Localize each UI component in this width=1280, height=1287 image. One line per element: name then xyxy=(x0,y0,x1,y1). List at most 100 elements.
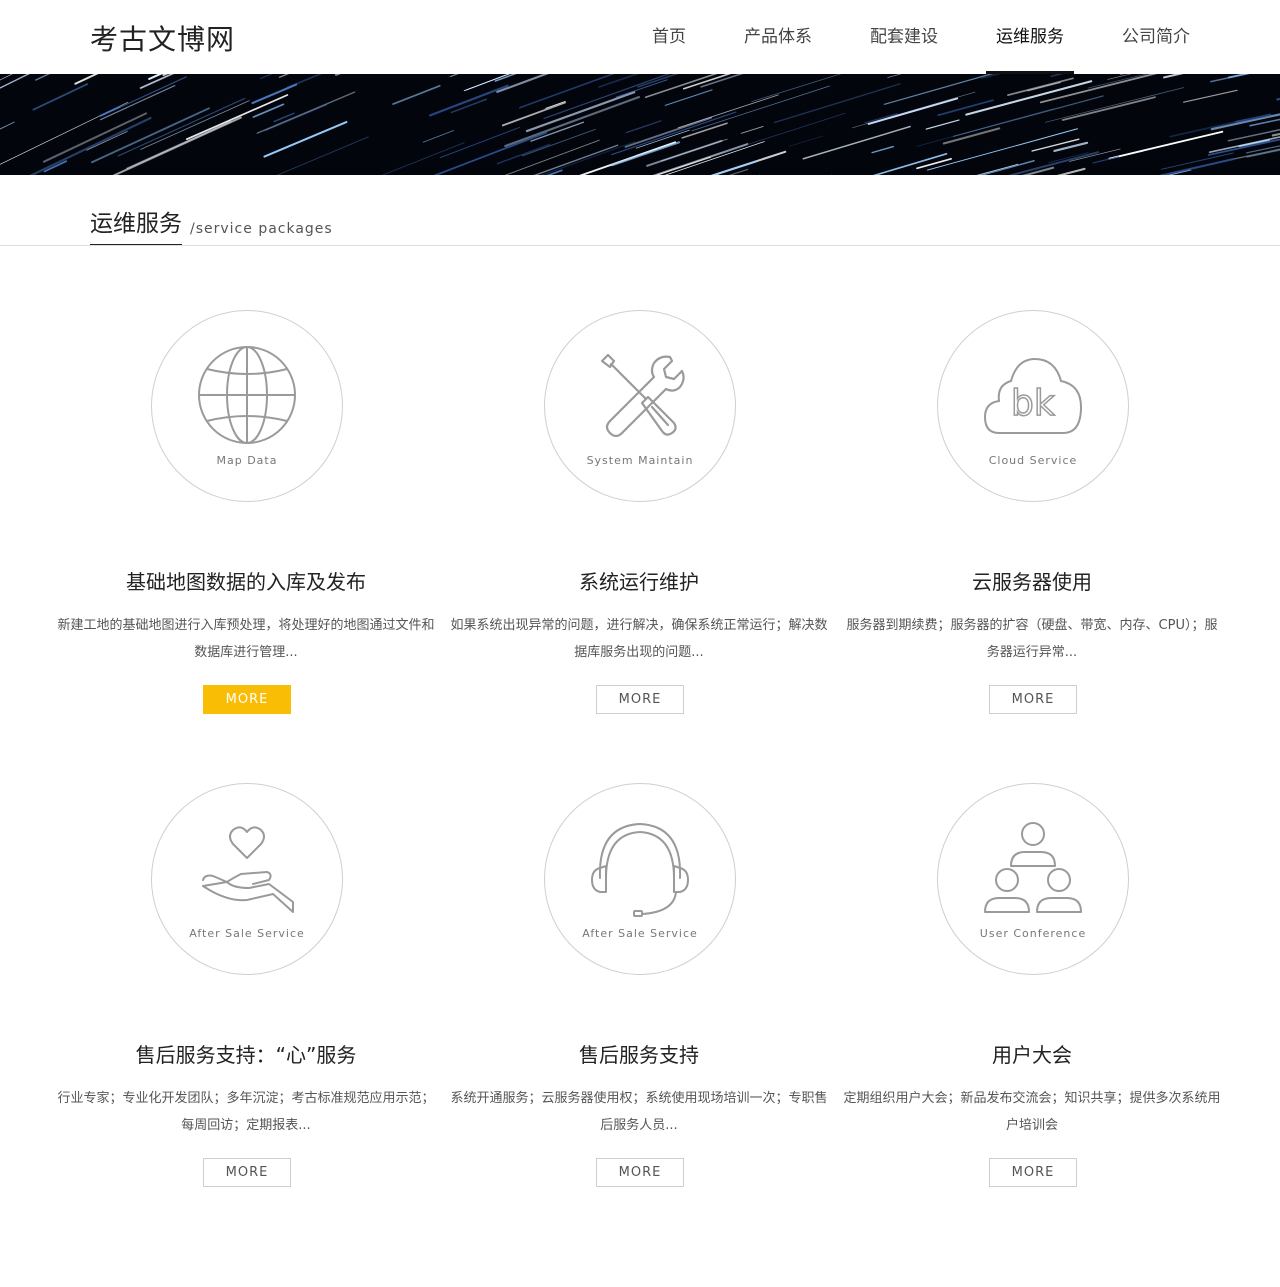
star-trail-streak xyxy=(1007,77,1074,96)
star-trail-streak xyxy=(887,74,902,78)
more-button[interactable]: MORE xyxy=(989,685,1077,714)
star-trail-streak xyxy=(981,74,1002,80)
star-trail-streak xyxy=(521,128,596,157)
hero-banner xyxy=(0,74,1280,175)
main-nav: 首页 产品体系 配套建设 运维服务 公司简介 xyxy=(594,0,1190,74)
users-icon xyxy=(984,822,1082,913)
card-description: 系统开通服务；云服务器使用权；系统使用现场培训一次；专职售后服务人员... xyxy=(450,1091,828,1133)
star-trail-streak xyxy=(615,79,668,98)
star-trail-streak xyxy=(252,103,285,118)
star-trail-streak xyxy=(286,74,323,89)
star-trail-streak xyxy=(883,74,994,105)
star-trail-streak xyxy=(871,145,894,154)
star-trail-streak xyxy=(32,83,89,111)
star-trail-streak xyxy=(1044,87,1184,123)
star-trail-streak xyxy=(1108,130,1224,160)
star-trail-streak xyxy=(429,84,509,117)
star-trail-streak xyxy=(942,127,1001,145)
star-trail-streak xyxy=(691,85,830,132)
star-trail-streak xyxy=(530,121,585,142)
more-button[interactable]: MORE xyxy=(203,1158,291,1187)
star-trail-streak xyxy=(99,85,176,121)
nav-item-products[interactable]: 产品体系 xyxy=(744,0,812,74)
star-trail-streak xyxy=(625,120,662,134)
star-trail-streak xyxy=(1183,89,1238,103)
star-trail-streak xyxy=(0,74,14,81)
tools-icon xyxy=(600,353,685,438)
nav-item-home[interactable]: 首页 xyxy=(652,0,686,74)
more-button[interactable]: MORE xyxy=(989,1158,1077,1187)
star-trail-streak xyxy=(682,74,732,90)
globe-icon xyxy=(198,346,296,444)
star-trail-streak xyxy=(1031,138,1080,152)
star-trail-streak xyxy=(465,74,511,91)
circle-label: After Sale Service xyxy=(582,927,698,940)
star-trail-streak xyxy=(463,74,510,92)
star-trail-streak xyxy=(925,119,960,130)
more-button[interactable]: MORE xyxy=(596,1158,684,1187)
star-trail-streak xyxy=(86,131,128,151)
nav-item-about[interactable]: 公司简介 xyxy=(1122,0,1190,74)
nav-item-facilities[interactable]: 配套建设 xyxy=(870,0,938,74)
circle-label: User Conference xyxy=(979,927,1087,940)
card-title: 售后服务支持：“心”服务 xyxy=(135,1043,357,1067)
star-trail-streak xyxy=(1061,96,1156,121)
service-circle[interactable]: System Maintain xyxy=(544,310,736,502)
star-trail-streak xyxy=(42,112,148,163)
star-trail-streak xyxy=(117,97,246,157)
star-trail-streak xyxy=(504,95,641,148)
star-trail-streak xyxy=(751,74,842,103)
star-trail-streak xyxy=(872,153,948,175)
circle-label: Cloud Service xyxy=(988,454,1078,467)
site-logo[interactable]: 考古文博网 xyxy=(90,18,235,58)
card-title: 基础地图数据的入库及发布 xyxy=(126,570,366,594)
card-title: 系统运行维护 xyxy=(579,570,699,594)
section-subtitle: /service packages xyxy=(190,221,333,237)
service-circle[interactable]: bk Cloud Service xyxy=(937,310,1129,502)
star-trail-streak xyxy=(140,100,250,150)
star-trail-streak xyxy=(1210,74,1250,83)
star-trail-streak xyxy=(664,89,713,106)
star-trail-streak xyxy=(392,84,441,105)
card-description: 新建工地的基础地图进行入库预处理，将处理好的地图通过文件和数据库进行管理... xyxy=(57,618,435,660)
more-button[interactable]: MORE xyxy=(203,685,291,714)
star-trail-streak xyxy=(449,74,459,78)
star-trail-streak xyxy=(276,136,369,175)
star-trail-streak xyxy=(0,121,15,130)
star-trail-streak xyxy=(1163,74,1184,79)
section-divider xyxy=(0,245,1280,246)
star-trail-streak xyxy=(504,139,600,175)
section-title: 运维服务 xyxy=(90,213,182,246)
service-circle[interactable]: After Sale Service xyxy=(151,783,343,975)
star-trail-streak xyxy=(496,143,551,165)
service-circle[interactable]: Map Data xyxy=(151,310,343,502)
card-description: 服务器到期续费；服务器的扩容（硬盘、带宽、内存、CPU）；服务器运行异常... xyxy=(846,618,1218,660)
star-trail-streak xyxy=(545,100,566,109)
circle-label: Map Data xyxy=(216,454,278,467)
heart-hand-icon xyxy=(202,826,294,913)
star-trail-streak xyxy=(664,141,765,175)
star-trail-streak xyxy=(334,74,341,76)
star-trail-streak xyxy=(439,126,521,159)
service-circle[interactable]: User Conference xyxy=(937,783,1129,975)
star-trail-streak xyxy=(773,83,901,124)
star-trail-streak xyxy=(0,74,30,89)
svg-text:bk: bk xyxy=(1011,383,1055,424)
circle-label: System Maintain xyxy=(586,454,694,467)
star-trail-streak xyxy=(1169,118,1247,138)
more-button[interactable]: MORE xyxy=(596,685,684,714)
star-trail-streak xyxy=(916,158,953,170)
star-trail-streak xyxy=(611,111,737,156)
section-heading: 运维服务 /service packages xyxy=(90,208,333,246)
star-trail-streak xyxy=(646,139,723,167)
service-circle[interactable]: After Sale Service xyxy=(544,783,736,975)
nav-item-services[interactable]: 运维服务 xyxy=(986,0,1074,74)
star-trail-streak xyxy=(525,91,636,133)
star-trail-streak xyxy=(740,125,764,134)
star-trail-streak xyxy=(1092,156,1119,164)
star-trail-streak xyxy=(976,163,1019,175)
star-trail-streak xyxy=(98,105,121,117)
card-description: 定期组织用户大会；新品发布交流会；知识共享；提供多次系统用户培训会 xyxy=(843,1091,1221,1133)
star-trail-streak xyxy=(422,130,455,143)
site-header: 考古文博网 首页 产品体系 配套建设 运维服务 公司简介 xyxy=(0,0,1280,74)
